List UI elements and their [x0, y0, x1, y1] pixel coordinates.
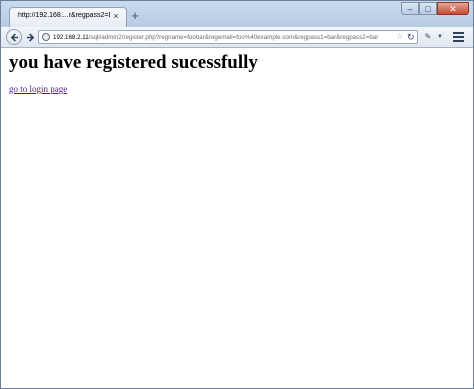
address-bar[interactable]: 192.168.2.11/sqli/admin2/register.php?re… — [38, 30, 418, 44]
forward-arrow-icon[interactable] — [23, 30, 37, 44]
chevron-down-icon[interactable]: ▼ — [436, 31, 444, 43]
close-tab-icon[interactable]: × — [111, 11, 121, 21]
navigation-bar: 192.168.2.11/sqli/admin2/register.php?re… — [1, 27, 473, 48]
url-text[interactable]: 192.168.2.11/sqli/admin2/register.php?re… — [53, 33, 393, 42]
login-link[interactable]: go to login page — [9, 84, 67, 94]
star-icon[interactable]: ☆ — [396, 31, 405, 43]
maximize-button[interactable]: □ — [419, 2, 437, 15]
browser-window: http://192.168....r&regpass2=bar × + – □… — [0, 0, 474, 389]
tab-title: http://192.168....r&regpass2=bar — [18, 12, 110, 19]
new-tab-button[interactable]: + — [129, 9, 141, 23]
page-content: you have registered sucessfully go to lo… — [1, 48, 473, 388]
globe-icon — [42, 33, 50, 41]
close-window-button[interactable]: ✕ — [437, 2, 469, 15]
url-host: 192.168.2.11 — [53, 34, 89, 41]
url-path: /sqli/admin2/register.php?regname=foobar… — [88, 34, 379, 41]
reload-icon[interactable]: ↻ — [407, 31, 416, 43]
browser-tab[interactable]: http://192.168....r&regpass2=bar × — [9, 7, 127, 27]
title-bar: http://192.168....r&regpass2=bar × + – □… — [1, 1, 473, 27]
page-heading: you have registered sucessfully — [9, 52, 258, 73]
minimize-button[interactable]: – — [401, 2, 419, 15]
back-arrow-icon[interactable] — [6, 29, 22, 45]
addon-icon[interactable]: ✎ — [422, 31, 434, 43]
hamburger-menu-icon[interactable] — [453, 32, 464, 42]
